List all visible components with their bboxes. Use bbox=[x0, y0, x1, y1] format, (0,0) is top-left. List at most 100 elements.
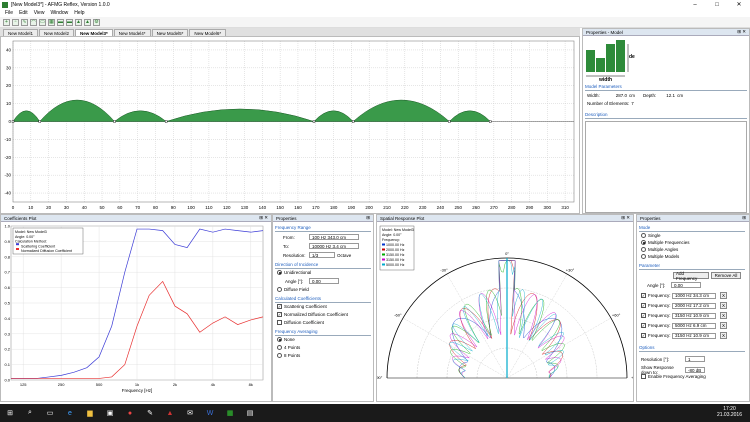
settings-icon[interactable]: ⚙ bbox=[93, 18, 100, 26]
file-explorer-icon[interactable]: ▆ bbox=[84, 407, 96, 419]
pin-icon[interactable]: ⊞ bbox=[366, 215, 370, 221]
mode-multiangles-option[interactable]: Multiple Angles bbox=[641, 247, 678, 252]
diffusion-option[interactable]: Diffusion Coefficient bbox=[277, 320, 324, 325]
tab-model5[interactable]: New Model5* bbox=[151, 29, 189, 36]
frequency-select[interactable]: 2000 Hz 17.2 cm bbox=[672, 302, 716, 309]
mode-multimodels-radio[interactable] bbox=[641, 254, 646, 259]
remove-all-button[interactable]: Remove All bbox=[711, 272, 741, 279]
avg-8-radio[interactable] bbox=[277, 353, 282, 358]
elements-label: Number of Elements: bbox=[587, 101, 630, 106]
chrome-icon[interactable]: ● bbox=[124, 407, 136, 419]
window-icon[interactable]: ▭ bbox=[39, 18, 46, 26]
maximize-button[interactable]: □ bbox=[706, 0, 728, 9]
menu-file[interactable]: File bbox=[5, 10, 13, 16]
tab-model6[interactable]: New Model6* bbox=[189, 29, 227, 36]
menu-edit[interactable]: Edit bbox=[19, 10, 28, 16]
mode-multimodels-option[interactable]: Multiple Models bbox=[641, 254, 679, 259]
element-icon[interactable]: ▬ bbox=[57, 18, 64, 26]
remove-frequency-button[interactable]: X bbox=[720, 292, 727, 299]
menu-window[interactable]: Window bbox=[50, 10, 68, 16]
norm-diffusion-checkbox[interactable]: ✓ bbox=[277, 312, 282, 317]
clock[interactable]: 17:20 21.03.2016 bbox=[717, 406, 742, 418]
pin-icon[interactable]: ⊞ ✕ bbox=[737, 29, 746, 35]
start-icon[interactable]: ⊞ bbox=[4, 407, 16, 419]
grid-icon[interactable]: ▦ bbox=[48, 18, 55, 26]
frequency-select[interactable]: 3150 Hz 10.9 cm bbox=[672, 312, 716, 319]
unidirectional-radio[interactable] bbox=[277, 270, 282, 275]
norm-diffusion-option[interactable]: ✓ Normalized Diffusion Coefficient bbox=[277, 312, 348, 317]
to-label: To: bbox=[283, 243, 290, 249]
description-textarea[interactable] bbox=[585, 121, 747, 213]
add-frequency-button[interactable]: Add Frequency bbox=[673, 271, 709, 281]
tab-model3[interactable]: New Model3* bbox=[75, 29, 113, 36]
pin-icon[interactable]: ⊞ ✕ bbox=[259, 215, 268, 221]
close-button[interactable]: ✕ bbox=[728, 0, 750, 9]
frequency-select[interactable]: 5000 Hz 6.9 cm bbox=[672, 322, 716, 329]
mail-icon[interactable]: ✉ bbox=[184, 407, 196, 419]
from-select[interactable]: 100 Hz 343.0 cm bbox=[309, 234, 359, 240]
mode-single-option[interactable]: Single bbox=[641, 233, 661, 238]
unidirectional-option[interactable]: Unidirectional bbox=[277, 270, 311, 275]
remove-frequency-button[interactable]: X bbox=[720, 322, 727, 329]
task-view-icon[interactable]: ▭ bbox=[44, 407, 56, 419]
word-icon[interactable]: W bbox=[204, 407, 216, 419]
diffuse-option[interactable]: Diffuse Field bbox=[277, 287, 309, 292]
show-response-select[interactable]: -80 dB bbox=[685, 367, 705, 373]
model-plot[interactable]: 0 10 20 30 40 50 60 70 80 90 100 110 120 130 140 150 160… bbox=[0, 36, 580, 214]
frequency-checkbox[interactable]: ✓ bbox=[641, 313, 646, 318]
tab-model2[interactable]: New Model2 bbox=[39, 29, 75, 36]
search-icon[interactable]: ⌕ bbox=[24, 407, 36, 419]
edge-icon[interactable]: e bbox=[64, 407, 76, 419]
pin-icon[interactable]: ⊞ bbox=[742, 215, 746, 221]
diffusion-checkbox[interactable] bbox=[277, 320, 282, 325]
app-icon-1[interactable]: ✎ bbox=[144, 407, 156, 419]
avg-4-option[interactable]: 4 Points bbox=[277, 345, 300, 350]
coefficients-icon[interactable]: ∿ bbox=[21, 18, 28, 26]
open-icon[interactable]: ▫ bbox=[12, 18, 19, 26]
new-model-icon[interactable]: + bbox=[3, 18, 10, 26]
enable-averaging-option[interactable]: Enable Frequency Averaging bbox=[641, 374, 706, 379]
spatial-polar-chart[interactable]: 0° +30° +60° -30° -60° +90° -90° Model: New Mod… bbox=[377, 223, 633, 401]
frequency-select[interactable]: 1000 Hz 34.3 cm bbox=[672, 292, 716, 299]
wave-icon[interactable]: ▲ bbox=[75, 18, 82, 26]
store-icon[interactable]: ▣ bbox=[104, 407, 116, 419]
export-icon[interactable]: ▲ bbox=[84, 18, 91, 26]
resolution-deg-select[interactable]: 1 bbox=[685, 356, 705, 362]
pin-icon[interactable]: ⊞ ✕ bbox=[621, 215, 630, 221]
app-icon-2[interactable]: ▲ bbox=[164, 407, 176, 419]
param-angle-select[interactable]: 0.00 bbox=[671, 282, 701, 288]
frequency-checkbox[interactable]: ✓ bbox=[641, 333, 646, 338]
remove-frequency-button[interactable]: X bbox=[720, 302, 727, 309]
avg-none-option[interactable]: None bbox=[277, 337, 295, 342]
remove-frequency-button[interactable]: X bbox=[720, 332, 727, 339]
minimize-button[interactable]: – bbox=[684, 0, 706, 9]
frequency-checkbox[interactable]: ✓ bbox=[641, 323, 646, 328]
scattering-option[interactable]: ✓ Scattering Coefficient bbox=[277, 304, 327, 309]
mode-multiangles-radio[interactable] bbox=[641, 247, 646, 252]
mode-single-radio[interactable] bbox=[641, 233, 646, 238]
resolution-select[interactable]: 1/3 bbox=[309, 252, 335, 258]
coefficients-chart[interactable]: 1.0 0.9 0.8 0.7 0.6 0.5 0.4 0.3 0.2 0.1 0.0 125 250 5… bbox=[1, 223, 271, 401]
menu-view[interactable]: View bbox=[34, 10, 45, 16]
tab-model1[interactable]: New Model1 bbox=[3, 29, 39, 36]
reflex-icon[interactable]: ▦ bbox=[224, 407, 236, 419]
avg-none-radio[interactable] bbox=[277, 337, 282, 342]
element2-icon[interactable]: ▬ bbox=[66, 18, 73, 26]
avg-8-option[interactable]: 8 Points bbox=[277, 353, 300, 358]
remove-frequency-button[interactable]: X bbox=[720, 312, 727, 319]
diffuse-radio[interactable] bbox=[277, 287, 282, 292]
scattering-checkbox[interactable]: ✓ bbox=[277, 304, 282, 309]
app-icon-3[interactable]: ▤ bbox=[244, 407, 256, 419]
angle-select[interactable]: 0.00 bbox=[309, 278, 339, 284]
frequency-select[interactable]: 3150 Hz 10.9 cm bbox=[672, 332, 716, 339]
frequency-checkbox[interactable]: ✓ bbox=[641, 303, 646, 308]
mode-multifreq-radio[interactable] bbox=[641, 240, 646, 245]
polar-icon[interactable]: ◠ bbox=[30, 18, 37, 26]
menu-help[interactable]: Help bbox=[74, 10, 84, 16]
tab-model4[interactable]: New Model4* bbox=[113, 29, 151, 36]
to-select[interactable]: 10000 Hz 3.4 cm bbox=[309, 243, 359, 249]
frequency-checkbox[interactable]: ✓ bbox=[641, 293, 646, 298]
avg-4-radio[interactable] bbox=[277, 345, 282, 350]
mode-multifreq-option[interactable]: Multiple Frequencies bbox=[641, 240, 690, 245]
enable-averaging-checkbox[interactable] bbox=[641, 374, 646, 379]
